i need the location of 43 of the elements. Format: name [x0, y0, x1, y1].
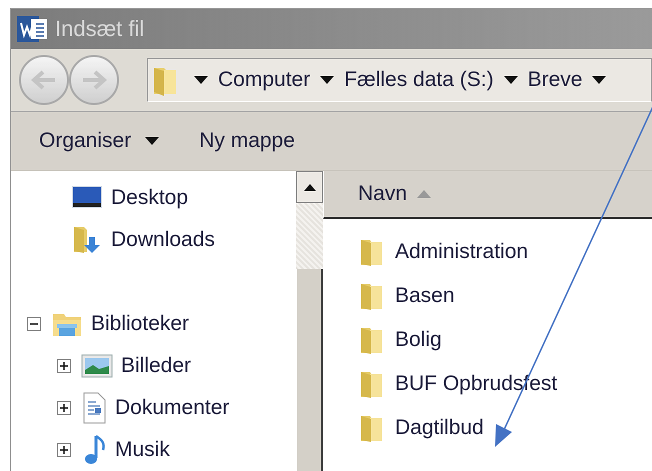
download-folder-icon [71, 225, 103, 256]
breadcrumb-item[interactable]: Breve [528, 64, 582, 96]
organize-menu-button[interactable]: Organiser [39, 125, 160, 157]
folder-icon [359, 369, 385, 400]
file-name[interactable]: Dagtilbud [395, 412, 484, 444]
document-icon [81, 392, 107, 424]
collapse-icon[interactable] [27, 317, 41, 332]
tree-item[interactable]: Biblioteker [91, 308, 190, 340]
window-title: Indsæt fil [55, 15, 144, 44]
dropdown-arrow-icon [194, 76, 208, 84]
picture-icon [81, 353, 113, 380]
dropdown-arrow-icon [504, 76, 518, 84]
sort-ascending-icon [417, 190, 432, 198]
back-arrow-icon [31, 70, 57, 90]
folder-icon [359, 413, 385, 444]
tree-item[interactable]: Downloads [111, 224, 215, 256]
folder-icon [359, 281, 385, 312]
tree-item[interactable]: Desktop [111, 182, 188, 214]
expand-icon[interactable] [57, 359, 71, 374]
expand-icon[interactable] [57, 443, 71, 458]
dropdown-arrow-icon [592, 76, 606, 84]
breadcrumb-item[interactable]: Fælles data (S:) [344, 64, 494, 96]
folder-icon [359, 237, 385, 268]
file-name[interactable]: Administration [395, 236, 528, 268]
dropdown-arrow-icon [145, 137, 160, 146]
column-header[interactable]: Navn [358, 178, 408, 210]
word-icon [17, 14, 49, 44]
tree-item[interactable]: Musik [115, 434, 170, 466]
tree-item[interactable]: Dokumenter [115, 392, 230, 424]
new-folder-button[interactable]: Ny mappe [199, 125, 295, 157]
file-name[interactable]: Basen [395, 280, 455, 312]
tree-item[interactable]: Billeder [121, 350, 192, 382]
address-bar[interactable]: Computer Fælles data (S:) Breve [147, 58, 652, 102]
scroll-thumb[interactable] [296, 269, 323, 471]
scroll-up-button[interactable] [296, 171, 323, 204]
file-name[interactable]: Bolig [395, 324, 442, 356]
up-arrow-icon [304, 183, 316, 192]
expand-icon[interactable] [57, 401, 71, 416]
breadcrumb-item[interactable]: Computer [218, 64, 310, 96]
forward-arrow-icon [81, 70, 107, 90]
dropdown-arrow-icon [320, 76, 334, 84]
scrollbar[interactable] [296, 171, 323, 471]
folder-icon [359, 325, 385, 356]
